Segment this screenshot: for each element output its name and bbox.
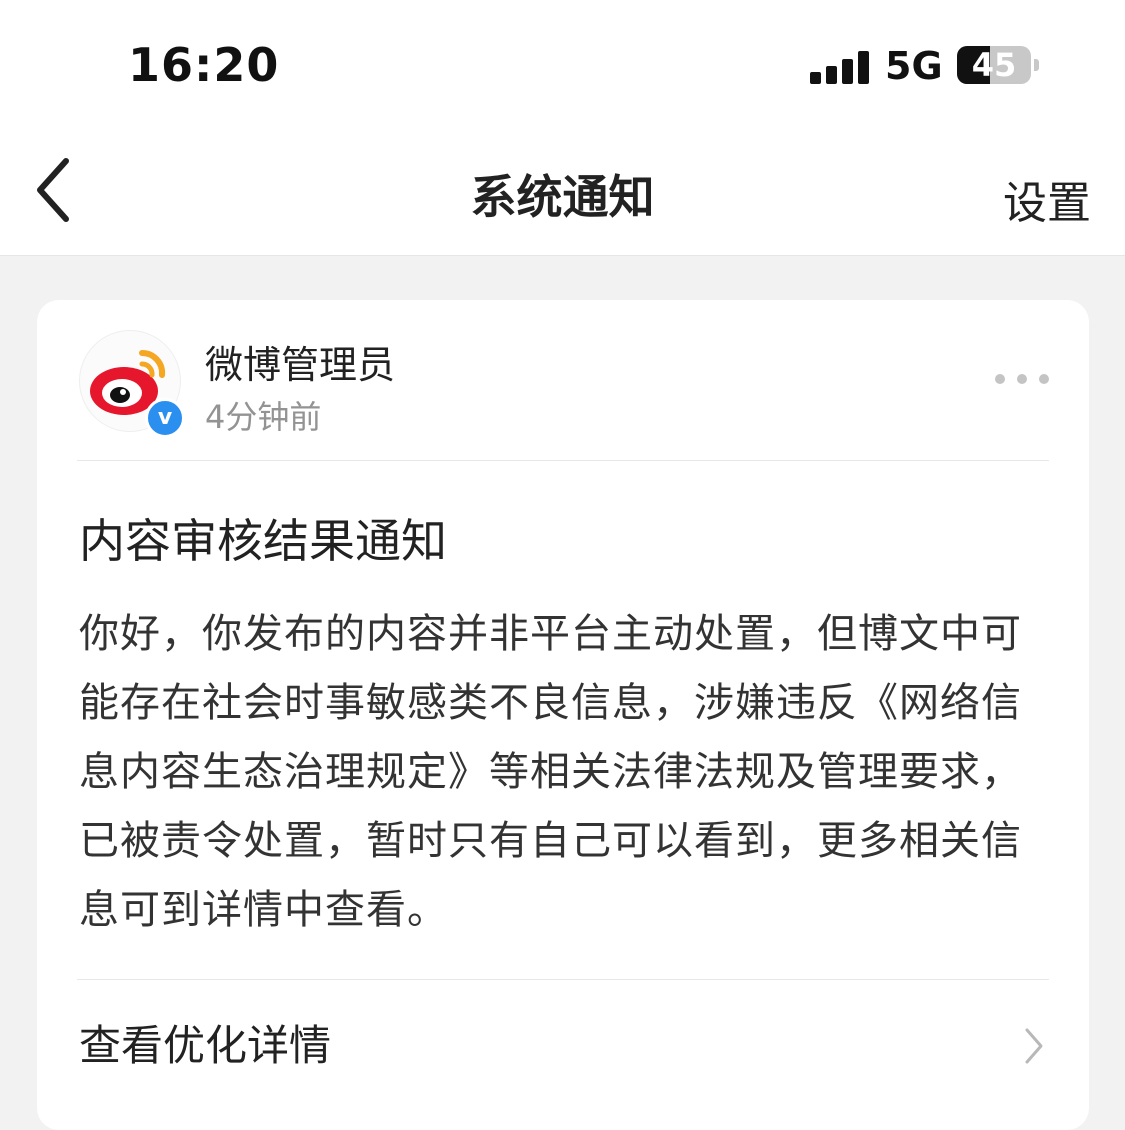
divider bbox=[77, 979, 1049, 980]
settings-button[interactable]: 设置 bbox=[1003, 167, 1091, 231]
view-details-label: 查看优化详情 bbox=[79, 1021, 332, 1070]
page-title: 系统通知 bbox=[470, 170, 655, 224]
notification-card: v 微博管理员 4分钟前 内容审核结果通知 你好，你发布的内容并非平台主动处置，… bbox=[37, 300, 1089, 1130]
battery-icon: 45 bbox=[957, 46, 1031, 84]
status-time: 16:20 bbox=[128, 38, 280, 92]
notice-title: 内容审核结果通知 bbox=[79, 514, 447, 568]
network-type: 5G bbox=[885, 44, 943, 88]
signal-icon bbox=[810, 50, 870, 84]
battery-percent: 45 bbox=[971, 46, 1017, 84]
verified-icon: v bbox=[145, 398, 185, 438]
battery-nub bbox=[1034, 59, 1039, 71]
chevron-right-icon bbox=[1025, 1028, 1043, 1064]
divider bbox=[77, 460, 1049, 461]
notice-body: 你好，你发布的内容并非平台主动处置，但博文中可能存在社会时事敏感类不良信息，涉嫌… bbox=[79, 611, 1022, 933]
more-icon[interactable] bbox=[995, 374, 1049, 386]
status-bar: 16:20 5G 45 bbox=[0, 0, 1125, 125]
navigation-bar: 系统通知 设置 bbox=[0, 125, 1125, 256]
post-time: 4分钟前 bbox=[205, 398, 322, 436]
view-details-link[interactable]: 查看优化详情 bbox=[37, 1000, 1089, 1095]
author-name[interactable]: 微博管理员 bbox=[205, 334, 395, 389]
